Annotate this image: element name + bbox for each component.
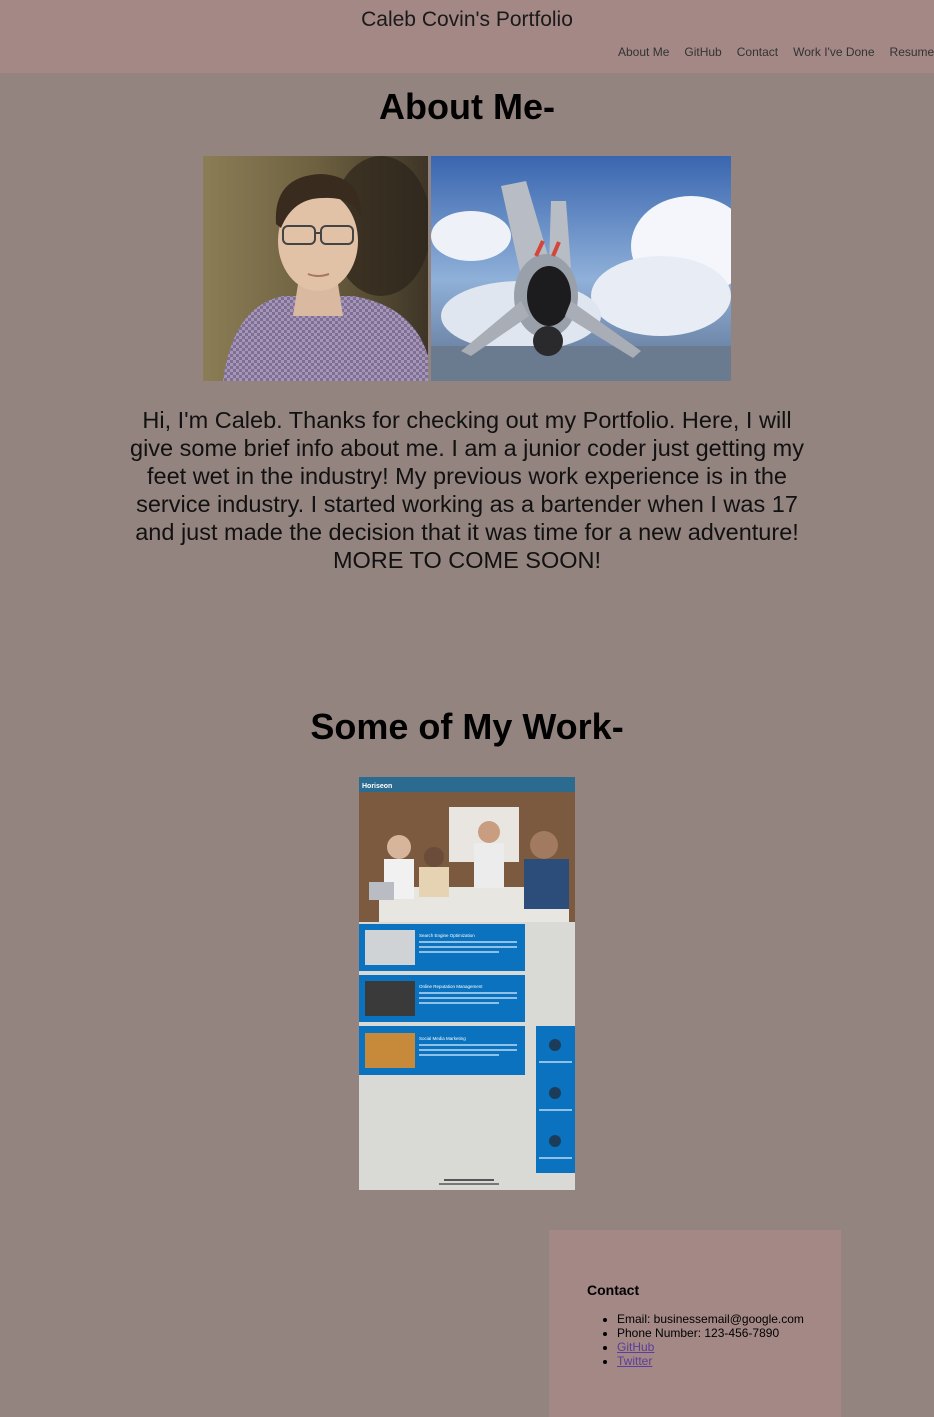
- horiseon-project-screenshot[interactable]: Horiseon Search Engine Optimization Onli…: [359, 777, 575, 1190]
- about-bio: Hi, I'm Caleb. Thanks for checking out m…: [130, 407, 804, 573]
- horiseon-section-2: Online Reputation Management: [419, 984, 483, 989]
- contact-phone: Phone Number: 123-456-7890: [617, 1326, 804, 1340]
- site-title: Caleb Covin's Portfolio: [361, 8, 573, 31]
- site-header: Caleb Covin's Portfolio About Me GitHub …: [0, 0, 934, 73]
- horiseon-brand: Horiseon: [362, 783, 392, 790]
- portrait-photo: [203, 156, 428, 381]
- contact-github-item: GitHub: [617, 1340, 804, 1354]
- twitter-link[interactable]: Twitter: [617, 1354, 652, 1368]
- github-link[interactable]: GitHub: [617, 1340, 654, 1354]
- skydiving-photo: [431, 156, 731, 381]
- horiseon-section-1: Search Engine Optimization: [419, 933, 475, 938]
- about-heading: About Me-: [379, 86, 555, 127]
- horiseon-section-3: Social Media Marketing: [419, 1036, 466, 1041]
- nav-resume[interactable]: Resume: [890, 45, 934, 59]
- contact-twitter-item: Twitter: [617, 1354, 804, 1368]
- contact-list: Email: businessemail@google.com Phone Nu…: [587, 1312, 804, 1368]
- nav-contact[interactable]: Contact: [737, 45, 778, 59]
- contact-heading: Contact: [587, 1282, 640, 1298]
- nav-work[interactable]: Work I've Done: [793, 45, 874, 59]
- contact-section: Contact Email: businessemail@google.com …: [549, 1230, 841, 1417]
- nav-github[interactable]: GitHub: [684, 45, 721, 59]
- work-heading: Some of My Work-: [310, 706, 624, 747]
- contact-email: Email: businessemail@google.com: [617, 1312, 804, 1326]
- main-nav: About Me GitHub Contact Work I've Done R…: [618, 45, 934, 59]
- nav-about-me[interactable]: About Me: [618, 45, 669, 59]
